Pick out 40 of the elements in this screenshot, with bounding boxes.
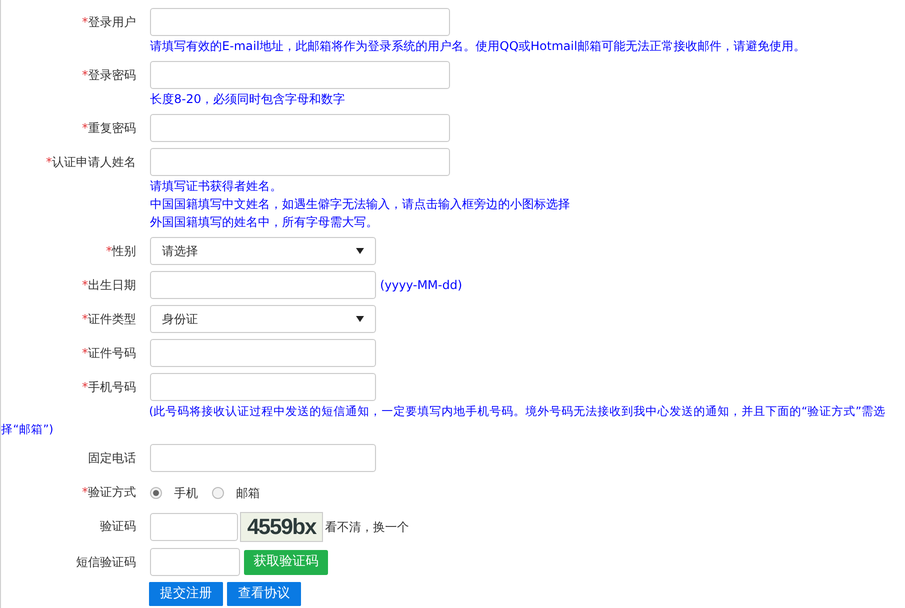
text-field[interactable] bbox=[150, 373, 376, 401]
field-label: *证件号码 bbox=[82, 346, 136, 360]
field-label: *性别 bbox=[106, 244, 136, 258]
caret-icon bbox=[356, 316, 364, 322]
form-button[interactable]: 查看协议 bbox=[227, 582, 301, 606]
text-field[interactable] bbox=[150, 271, 376, 299]
select-field[interactable]: 请选择 bbox=[150, 237, 376, 265]
captcha-image[interactable]: 4559bx bbox=[240, 512, 323, 542]
text-field[interactable] bbox=[150, 114, 450, 142]
hint-text: 请填写证书获得者姓名。 bbox=[150, 178, 283, 195]
format-hint: (yyyy-MM-dd) bbox=[380, 277, 462, 294]
radio-option[interactable]: 邮箱 bbox=[212, 484, 260, 502]
field-label: 固定电话 bbox=[88, 451, 136, 465]
text-field[interactable] bbox=[150, 61, 450, 89]
text-field[interactable] bbox=[150, 148, 450, 176]
caret-icon bbox=[356, 248, 364, 254]
hint-text: 长度8-20，必须同时包含字母和数字 bbox=[150, 91, 346, 108]
captcha-field[interactable] bbox=[150, 513, 238, 541]
select-field[interactable]: 身份证 bbox=[150, 305, 376, 333]
hint-text: 外国国籍填写的姓名中，所有字母需大写。 bbox=[150, 214, 379, 231]
hint-text: (此号码将接收认证过程中发送的短信通知，一定要填写内地手机号码。境外号码无法接收到我中心发送的通知，并且下面的“验证方式”需选择“邮箱”) bbox=[1, 403, 886, 438]
field-label: *认证申请人姓名 bbox=[46, 155, 136, 169]
field-label: *登录用户 bbox=[82, 15, 136, 29]
form-button[interactable]: 提交注册 bbox=[149, 582, 223, 606]
radio-option[interactable]: 手机 bbox=[150, 484, 198, 502]
text-field[interactable] bbox=[150, 444, 376, 472]
field-label: *手机号码 bbox=[82, 380, 136, 394]
field-label: 短信验证码 bbox=[76, 555, 136, 569]
text-field[interactable] bbox=[150, 339, 376, 367]
hint-text: 请填写有效的E-mail地址，此邮箱将作为登录系统的用户名。使用QQ或Hotmail邮箱可能无法正常接收邮件，请避免使用。 bbox=[150, 38, 806, 55]
field-label: *证件类型 bbox=[82, 312, 136, 326]
hint-text: 中国国籍填写中文姓名，如遇生僻字无法输入，请点击输入框旁边的小图标选择 bbox=[150, 196, 570, 213]
field-label: *重复密码 bbox=[82, 121, 136, 135]
field-label: 验证码 bbox=[100, 519, 136, 533]
field-label: *登录密码 bbox=[82, 68, 136, 82]
refresh-captcha-link[interactable]: 看不清，换一个 bbox=[325, 518, 409, 536]
field-label: *出生日期 bbox=[82, 278, 136, 292]
sms-code-field[interactable] bbox=[150, 548, 240, 576]
text-field[interactable] bbox=[150, 8, 450, 36]
field-label: *验证方式 bbox=[82, 485, 136, 499]
